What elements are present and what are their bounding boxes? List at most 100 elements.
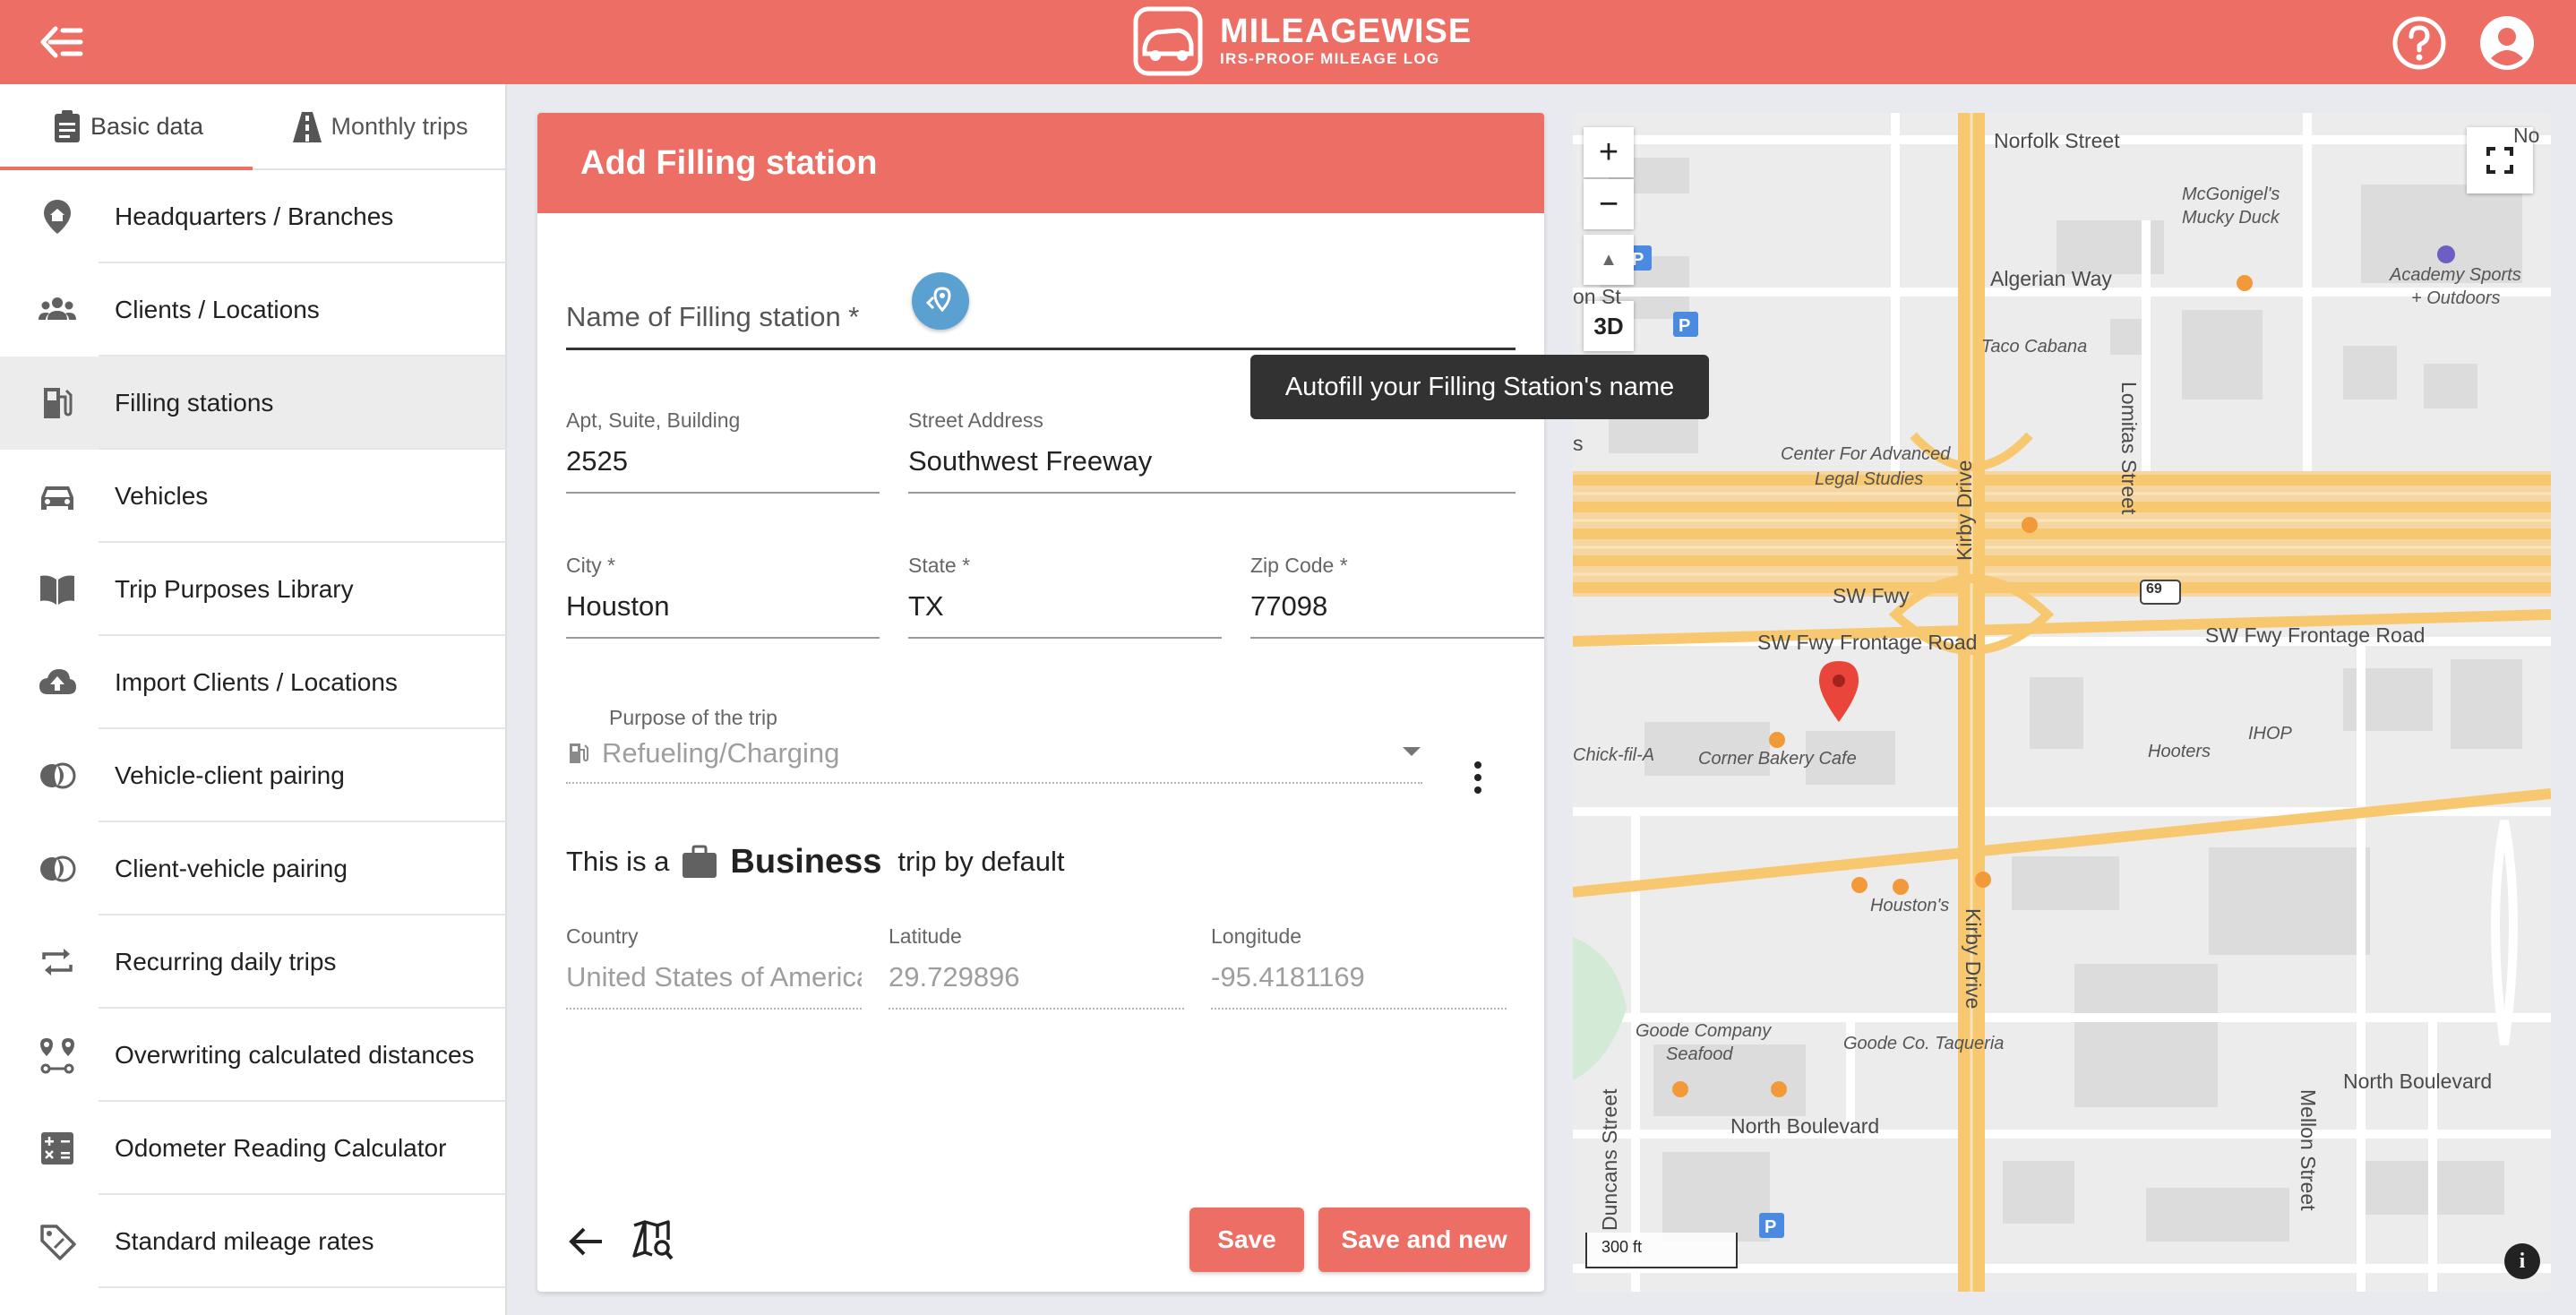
map-label: Goode Company [1636, 1021, 1772, 1041]
autofill-button[interactable] [912, 272, 969, 330]
tag-icon [40, 1225, 76, 1260]
map-label: McGonigel's [2182, 185, 2280, 204]
station-name-field[interactable]: Name of Filling station * [566, 301, 1516, 350]
fuel-icon [570, 743, 588, 763]
help-icon[interactable] [2391, 15, 2447, 71]
zoom-out-button[interactable]: − [1584, 179, 1634, 229]
tab-basic-data[interactable]: Basic data [0, 84, 253, 170]
sidebar-item-client-vehicle-pairing[interactable]: Client-vehicle pairing [0, 822, 505, 915]
sidebar-item-vehicle-client-pairing[interactable]: Vehicle-client pairing [0, 729, 505, 822]
map-label: Kirby Drive [1953, 460, 1976, 561]
sidebar-item-import[interactable]: Import Clients / Locations [0, 636, 505, 729]
book-icon [40, 575, 74, 605]
location-map[interactable]: PPP + − ▲ 3D i 300 ft Norfolk Street No … [1573, 113, 2551, 1292]
home-pin-icon [44, 200, 71, 234]
sidebar-item-overwriting-distances[interactable]: Overwriting calculated distances [0, 1009, 505, 1102]
car-icon [41, 486, 73, 510]
map-label: Lomitas Street [2117, 382, 2141, 515]
map-label: No [2513, 124, 2540, 147]
svg-text:P: P [1679, 316, 1690, 336]
map-label: Academy Sports [2390, 265, 2521, 285]
trip-purpose-value: Refueling/Charging [602, 737, 840, 769]
city-field[interactable]: City * Houston [566, 554, 880, 639]
road-icon [293, 112, 322, 142]
location-pin-icon[interactable] [1821, 661, 1857, 724]
map-label: Kirby Drive [1962, 908, 1985, 1010]
sidebar-item-label: Standard mileage rates [115, 1227, 374, 1255]
map-label: Hooters [2148, 742, 2211, 761]
sidebar-item-odometer-calculator[interactable]: Odometer Reading Calculator [0, 1102, 505, 1195]
map-label: + Outdoors [2411, 288, 2501, 308]
sidebar-item-mileage-rates[interactable]: Standard mileage rates [0, 1195, 505, 1288]
trip-purpose-select[interactable]: Purpose of the trip Refueling/Charging [566, 706, 1422, 784]
apt-field[interactable]: Apt, Suite, Building 2525 [566, 408, 880, 494]
sidebar-item-headquarters[interactable]: Headquarters / Branches [0, 170, 505, 263]
street-address-field[interactable]: Street Address Southwest Freeway [908, 408, 1516, 494]
apt-label: Apt, Suite, Building [566, 408, 741, 432]
map-label: Algerian Way [1990, 267, 2112, 290]
map-label: Duncans Street [1598, 1088, 1621, 1231]
sidebar-item-label: Trip Purposes Library [115, 575, 354, 603]
map-label: North Boulevard [1730, 1114, 1880, 1138]
default-trip-prefix: This is a [566, 846, 670, 877]
save-button[interactable]: Save [1189, 1208, 1304, 1272]
map-info-icon[interactable]: i [2504, 1243, 2540, 1279]
sidebar-item-recurring-trips[interactable]: Recurring daily trips [0, 915, 505, 1009]
sidebar-item-label: Recurring daily trips [115, 948, 337, 976]
briefcase-icon[interactable] [680, 842, 719, 881]
map-label: Norfolk Street [1994, 129, 2120, 152]
compass-button[interactable]: ▲ [1584, 235, 1634, 285]
sidebar: Basic data Monthly trips Headquarters / … [0, 84, 507, 1315]
svg-text:P: P [1765, 1217, 1776, 1237]
back-arrow-icon[interactable] [568, 1224, 604, 1259]
zip-code-label: Zip Code * [1250, 554, 1348, 577]
sidebar-item-label: Client-vehicle pairing [115, 855, 348, 882]
map-label: Chick-fil-A [1573, 745, 1655, 765]
latitude-field: Latitude 29.729896 [889, 924, 1184, 1010]
sidebar-item-label: Headquarters / Branches [115, 202, 394, 230]
default-trip-type-value[interactable]: Business [730, 843, 881, 881]
account-icon[interactable] [2479, 15, 2535, 71]
card-header: Add Filling station [537, 113, 1544, 213]
brand-logo[interactable]: MILEAGEWISE IRS-PROOF MILEAGE LOG [1132, 5, 1472, 77]
map-scale: 300 ft [1585, 1233, 1738, 1268]
map-label: Seafood [1666, 1044, 1733, 1064]
sidebar-item-vehicles[interactable]: Vehicles [0, 450, 505, 543]
map-label: Houston's [1870, 896, 1950, 915]
station-name-label: Name of Filling station * [566, 301, 860, 332]
map-label: Mellon Street [2297, 1089, 2320, 1211]
sidebar-tabs: Basic data Monthly trips [0, 84, 505, 170]
sidebar-item-clients[interactable]: Clients / Locations [0, 263, 505, 357]
top-bar: MILEAGEWISE IRS-PROOF MILEAGE LOG [0, 0, 2576, 84]
calculator-icon [41, 1132, 73, 1165]
collapse-menu-icon[interactable] [39, 23, 84, 61]
tab-monthly-trips[interactable]: Monthly trips [253, 84, 505, 168]
more-options-icon[interactable] [1465, 760, 1490, 795]
location-autofill-icon [925, 287, 951, 313]
latitude-label: Latitude [889, 924, 962, 948]
map-label: SW Fwy [1833, 584, 1910, 607]
state-field[interactable]: State * TX [908, 554, 1222, 639]
clipboard-icon [54, 110, 80, 142]
longitude-field: Longitude -95.4181169 [1211, 924, 1507, 1010]
latitude-value: 29.729896 [889, 961, 1020, 993]
svg-text:P: P [1632, 250, 1644, 270]
map-search-icon[interactable] [632, 1220, 674, 1261]
sidebar-item-trip-purposes[interactable]: Trip Purposes Library [0, 543, 505, 636]
brand-name: MILEAGEWISE [1220, 13, 1473, 50]
longitude-value: -95.4181169 [1211, 961, 1365, 993]
save-and-new-button[interactable]: Save and new [1318, 1208, 1530, 1272]
tab-basic-data-label: Basic data [90, 112, 204, 140]
fuel-icon [44, 388, 73, 418]
pairing-icon [40, 762, 76, 789]
map-label: Corner Bakery Cafe [1698, 749, 1857, 769]
zoom-in-button[interactable]: + [1584, 127, 1634, 177]
longitude-label: Longitude [1211, 924, 1302, 948]
zip-code-field[interactable]: Zip Code * 77098 [1250, 554, 1544, 639]
sidebar-item-filling-stations[interactable]: Filling stations [0, 357, 505, 450]
map-label: Mucky Duck [2182, 208, 2280, 228]
car-logo-icon [1133, 6, 1203, 76]
country-label: Country [566, 924, 639, 948]
zip-code-value: 77098 [1250, 590, 1328, 622]
default-trip-type: This is a Business trip by default [566, 842, 1065, 881]
